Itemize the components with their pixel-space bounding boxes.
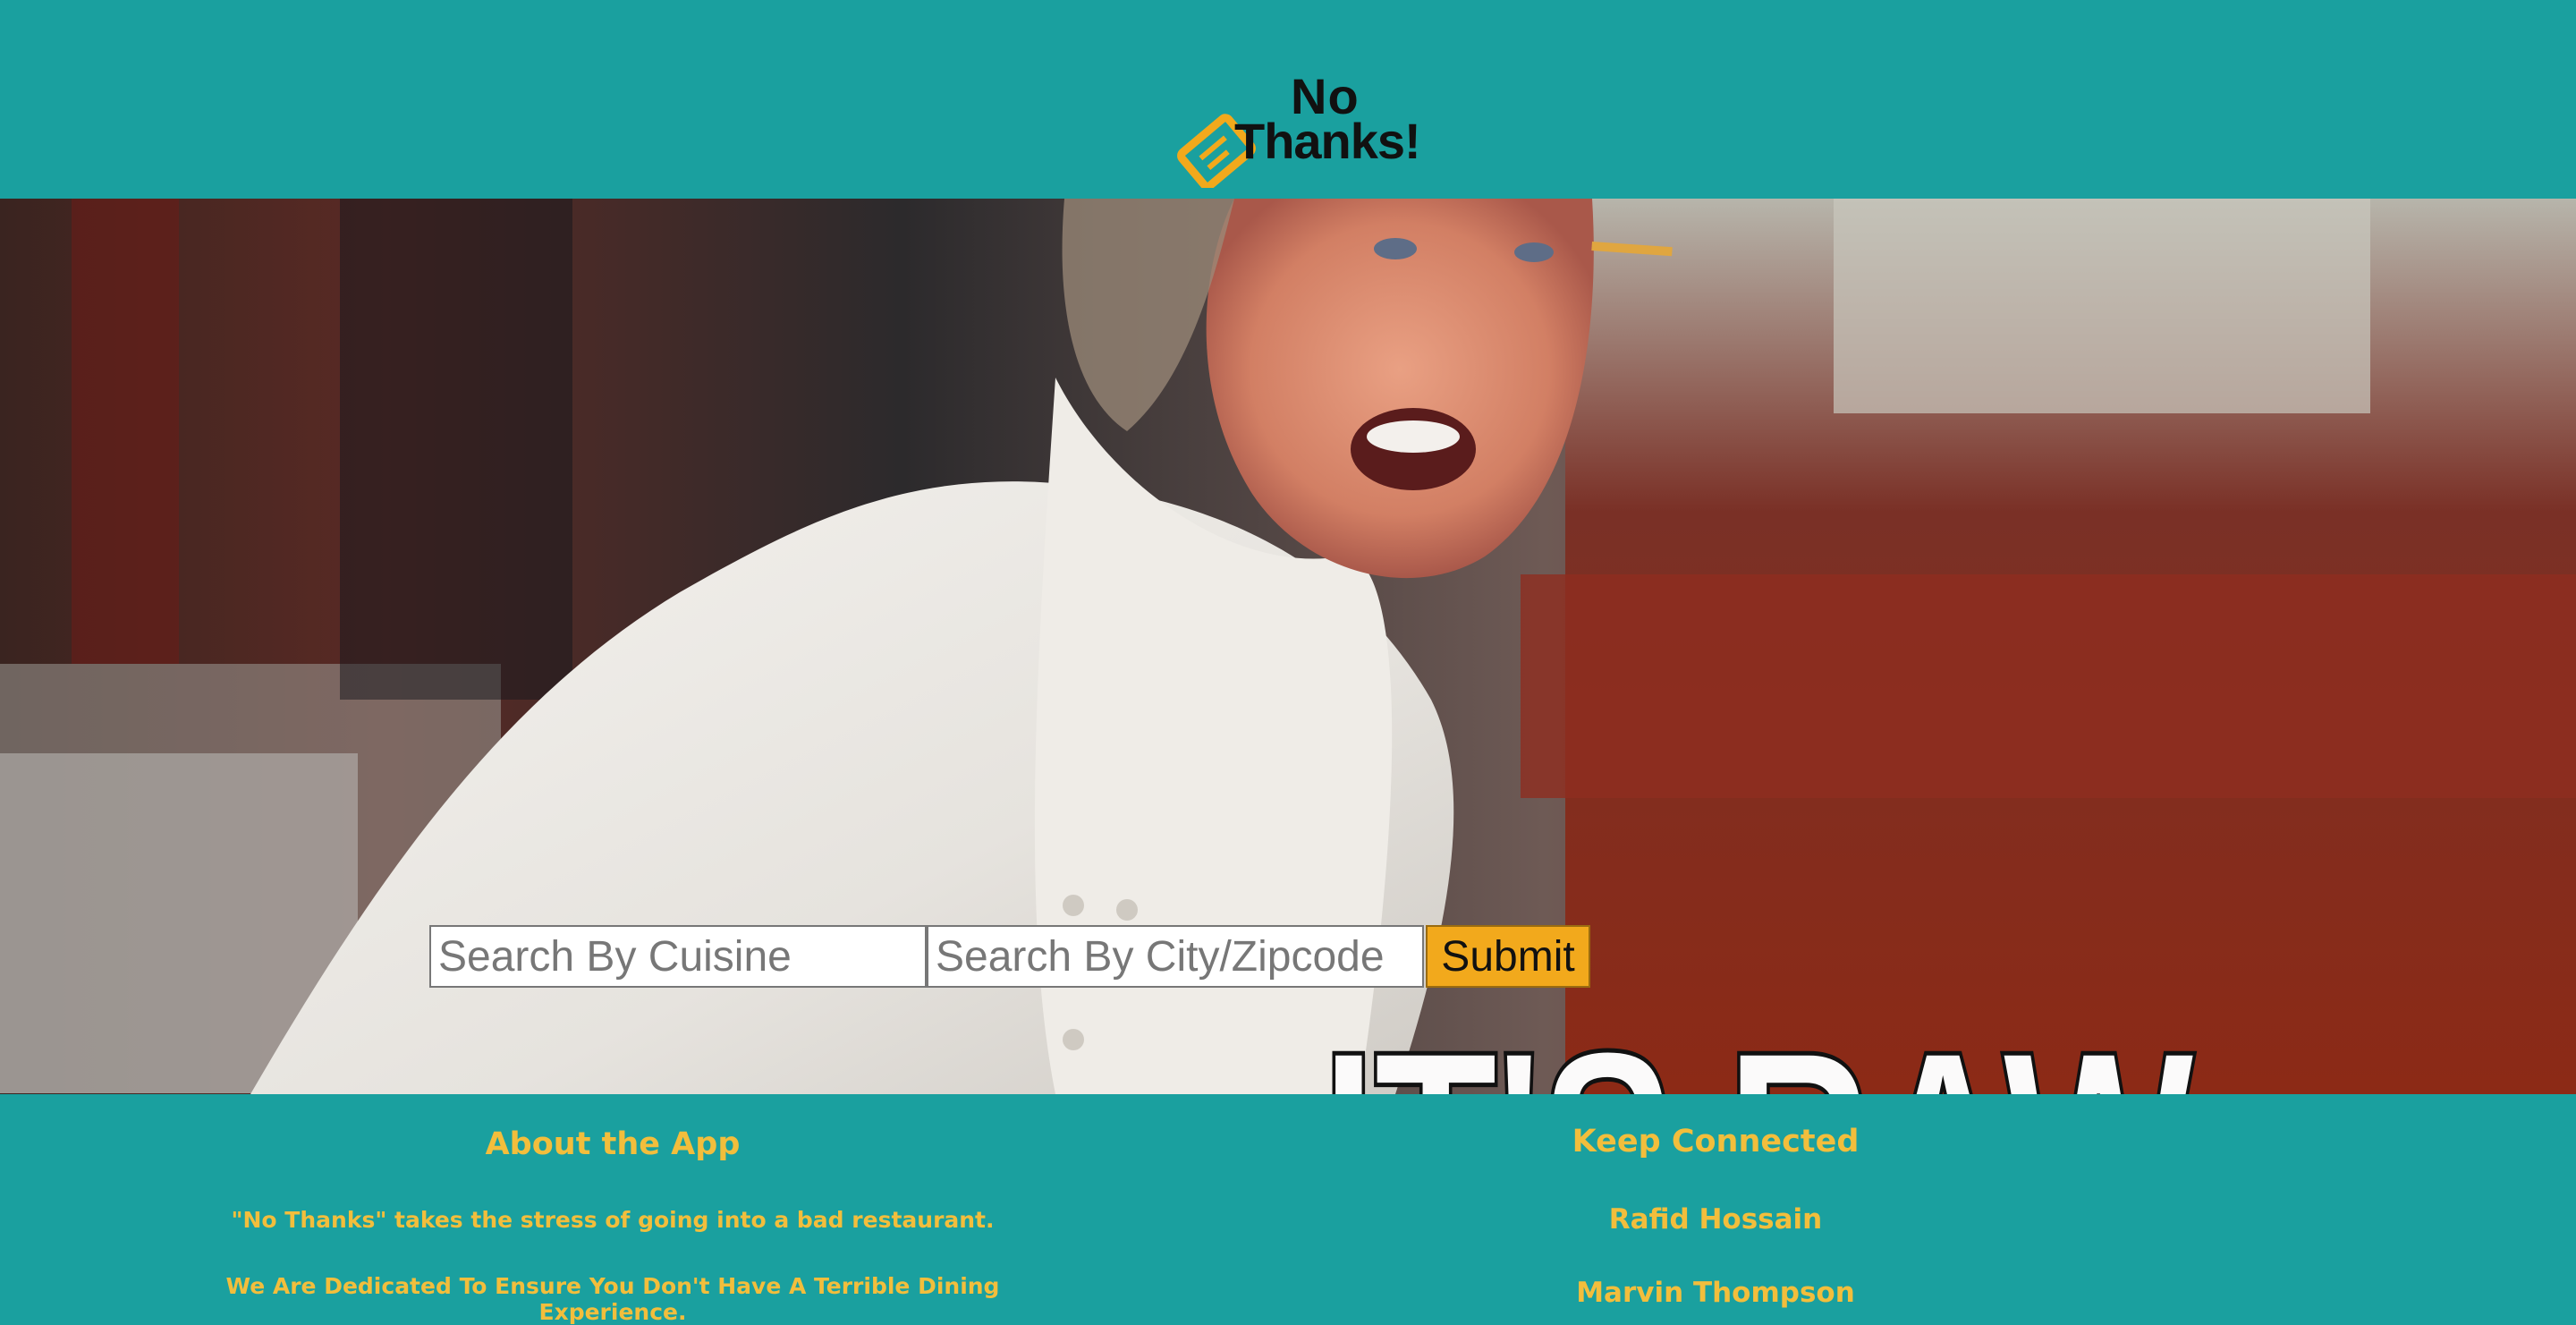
team-member-name[interactable]: Rafid Hossain [1358, 1203, 2073, 1236]
logo-line-2: Thanks! [1234, 113, 1421, 169]
about-title: About the App [485, 1126, 741, 1162]
meme-caption: IT'S RAW [1318, 1006, 2197, 1094]
site-footer: About the App "No Thanks" takes the stre… [0, 1094, 2576, 1325]
restaurant-search-form: Submit [429, 925, 1590, 988]
hero-banner: IT'S RAW Submit [0, 199, 2576, 1094]
submit-button[interactable]: Submit [1426, 925, 1590, 988]
site-logo[interactable]: No Thanks! [1163, 72, 1422, 188]
site-header: No Thanks! [0, 0, 2576, 199]
location-search-input[interactable] [927, 925, 1424, 988]
team-member-name[interactable]: Marvin Thompson [1358, 1277, 2073, 1309]
about-text-2: We Are Dedicated To Ensure You Don't Hav… [225, 1273, 1000, 1325]
cuisine-search-input[interactable] [429, 925, 927, 988]
about-text-1: "No Thanks" takes the stress of going in… [231, 1207, 995, 1233]
connect-title: Keep Connected [1572, 1124, 1860, 1159]
